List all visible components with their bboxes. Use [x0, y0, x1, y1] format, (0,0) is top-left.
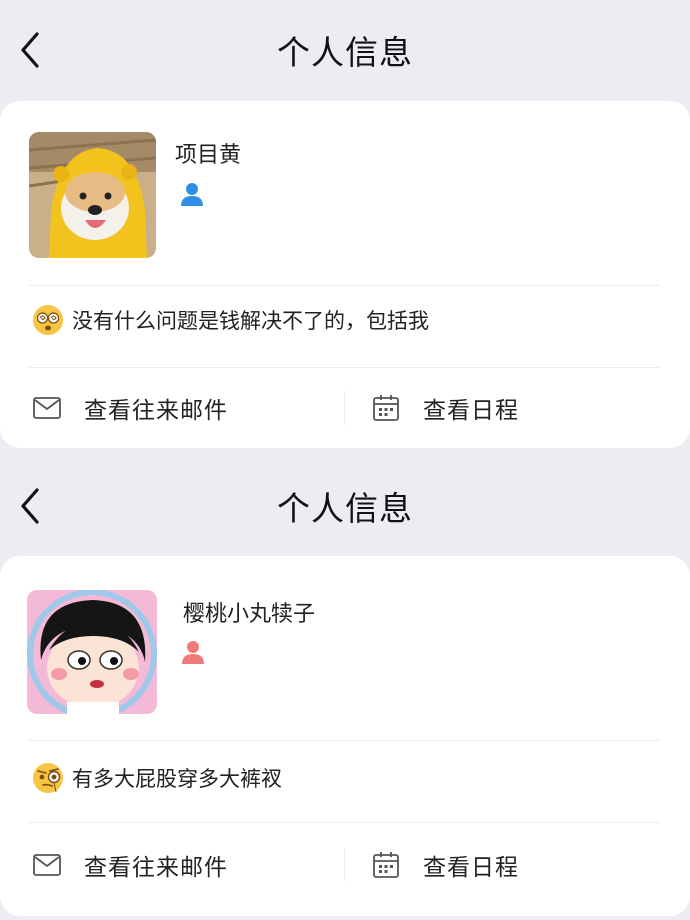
divider [344, 848, 345, 882]
mail-icon [33, 854, 61, 876]
person-icon [182, 641, 204, 664]
avatar-dog-image [29, 132, 156, 258]
signature: 有多大屁股穿多大裤衩 [32, 762, 282, 794]
avatar-cartoon-girl-image [27, 590, 157, 714]
profile-card: 樱桃小丸犊子 有多大屁股穿多大裤衩 查看往来邮件 查看日程 [0, 556, 690, 916]
signature-text: 有多大屁股穿多大裤衩 [72, 767, 282, 791]
avatar[interactable] [27, 590, 157, 714]
calendar-icon [373, 852, 399, 878]
back-button[interactable] [10, 26, 50, 74]
monocle-face-emoji-icon [33, 763, 63, 793]
dizzy-face-emoji-icon [33, 305, 63, 335]
user-name: 樱桃小丸犊子 [183, 602, 316, 627]
signature: 没有什么问题是钱解决不了的，包括我 [32, 304, 429, 336]
user-name: 项目黄 [175, 143, 242, 168]
profile-screen-1: 个人信息 项目黄 没有什么问题是钱解决不了的，包括我 查看往来邮件 查看日程 [0, 0, 690, 460]
view-schedule-button[interactable]: 查看日程 [371, 848, 519, 882]
view-mail-button[interactable]: 查看往来邮件 [32, 848, 228, 882]
profile-screen-2: 个人信息 樱桃小丸犊子 有多大屁股穿多大裤衩 查看往来邮件 查看日程 [0, 460, 690, 920]
mail-icon [33, 397, 61, 419]
divider [29, 367, 660, 368]
page-title: 个人信息 [277, 33, 413, 72]
divider [29, 740, 660, 741]
signature-text: 没有什么问题是钱解决不了的，包括我 [72, 309, 429, 333]
view-mail-button[interactable]: 查看往来邮件 [32, 391, 228, 425]
back-button[interactable] [10, 482, 50, 530]
calendar-icon [373, 395, 399, 421]
chevron-left-icon [21, 488, 39, 524]
navbar: 个人信息 [0, 456, 690, 556]
person-icon [181, 183, 203, 206]
page-title: 个人信息 [277, 489, 413, 528]
avatar[interactable] [29, 132, 156, 258]
profile-card: 项目黄 没有什么问题是钱解决不了的，包括我 查看往来邮件 查看日程 [0, 101, 690, 448]
divider [29, 285, 660, 286]
divider [29, 822, 660, 823]
divider [344, 391, 345, 425]
chevron-left-icon [21, 32, 39, 68]
view-schedule-button[interactable]: 查看日程 [371, 391, 519, 425]
navbar: 个人信息 [0, 0, 690, 100]
